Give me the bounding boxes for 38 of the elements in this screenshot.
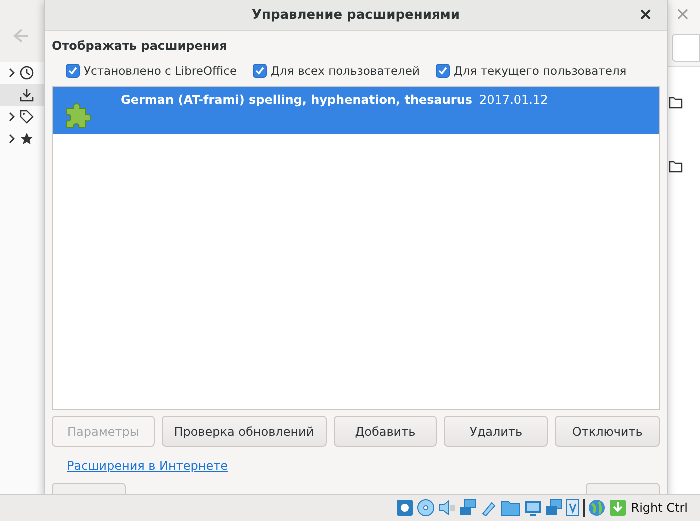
close-button[interactable]: × [634, 5, 657, 25]
star-icon [20, 132, 34, 146]
input-field[interactable] [672, 34, 700, 62]
host-key-label: Right Ctrl [631, 501, 688, 515]
windows-icon[interactable] [545, 499, 564, 517]
monitor-icon[interactable] [524, 499, 542, 517]
folder-icon [669, 161, 683, 173]
checkbox[interactable] [66, 64, 80, 78]
extensions-link[interactable]: Расширения в Интернете [67, 459, 228, 473]
extension-row[interactable]: German (AT-frami) spelling, hyphenation, thesaurus 2017.01.12 [53, 87, 659, 134]
window-title: Управление расширениями [252, 8, 460, 22]
chevron-icon[interactable] [8, 112, 16, 122]
tag-icon [20, 110, 34, 124]
extension-name: German (AT-frami) spelling, hyphenation, thesaurus [121, 93, 473, 107]
folder-icon[interactable] [501, 499, 522, 517]
checkbox-label: Для всех пользователей [271, 64, 420, 78]
dialog-button[interactable]: Проверка обновлений [162, 416, 327, 447]
checkbox-label: Для текущего пользователя [454, 64, 627, 78]
download-icon[interactable] [609, 499, 628, 517]
folder-icon [669, 97, 683, 109]
disc-icon[interactable] [417, 499, 436, 517]
checkbox-label: Установлено с LibreOffice [84, 64, 238, 78]
section-label: Отображать расширения [52, 39, 228, 55]
network-icon[interactable] [459, 499, 478, 517]
dialog-button[interactable]: Отключить [555, 416, 660, 447]
sidebar-item[interactable] [0, 84, 44, 106]
clock-icon [20, 66, 34, 80]
chevron-icon[interactable] [8, 134, 16, 144]
extension-version: 2017.01.12 [480, 93, 548, 107]
speaker-icon[interactable] [438, 499, 456, 517]
chevron-icon[interactable] [8, 68, 16, 78]
globe-icon[interactable] [588, 499, 606, 517]
dialog-button[interactable]: Добавить [334, 416, 438, 447]
dialog-button[interactable]: Удалить [444, 416, 548, 447]
checkbox[interactable] [253, 64, 268, 78]
puzzle-icon [65, 103, 93, 129]
checkbox[interactable] [436, 64, 450, 78]
download-icon [20, 88, 34, 102]
